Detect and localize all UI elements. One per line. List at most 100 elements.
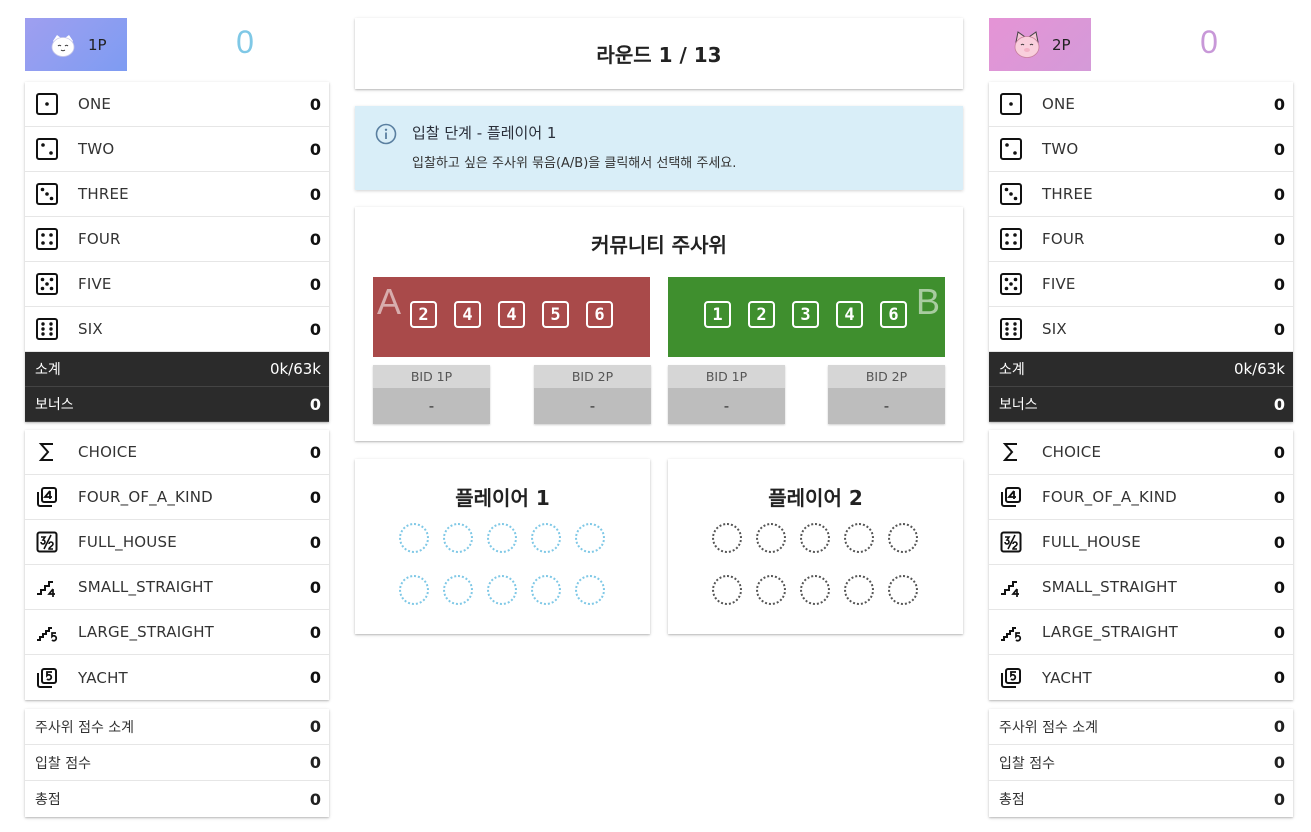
community-dice-panel: 커뮤니티 주사위 A 2 4 4 5 6 B 1 2 3 4 6 BID 1P … [355,207,963,441]
dice-three-icon [35,182,59,206]
large-straight-icon [35,620,59,644]
die: 4 [454,301,481,328]
bonus-row: 보너스 0 [25,387,329,422]
score-row-three[interactable]: THREE 0 [989,172,1293,217]
small-straight-icon [35,575,59,599]
dice-five-icon [35,272,59,296]
score-row-six[interactable]: SIX 0 [989,307,1293,352]
four-of-a-kind-icon [999,485,1023,509]
score-row-full-house[interactable]: FULL_HOUSE 0 [25,520,329,565]
score-label: THREE [78,185,129,203]
score-label: YACHT [78,668,128,687]
dice-four-icon [999,227,1023,251]
summary-label: 주사위 점수 소계 [35,719,135,736]
player-1-header: 1P 0 [25,18,329,71]
score-label: ONE [1042,95,1076,113]
dice-two-icon [35,137,59,161]
die: 4 [498,301,525,328]
yacht-icon [35,666,59,690]
score-row-full-house[interactable]: FULL_HOUSE 0 [989,520,1293,565]
bid-value: - [668,388,785,424]
empty-dice-slot [443,523,473,553]
player-1-tag: 1P [25,18,127,71]
subtotal-value: 0k/63k [1233,360,1285,378]
score-row-small-straight[interactable]: SMALL_STRAIGHT 0 [25,565,329,610]
score-label: SMALL_STRAIGHT [1042,578,1177,596]
score-row-one[interactable]: ONE 0 [25,82,329,127]
score-row-four-of-a-kind[interactable]: FOUR_OF_A_KIND 0 [25,475,329,520]
die: 4 [836,301,863,328]
summary-label: 총점 [35,792,61,808]
bundle-a-bid-1p: BID 1P - [373,365,490,424]
dice-bundle-a[interactable]: A 2 4 4 5 6 [373,277,650,357]
score-row-yacht[interactable]: YACHT 0 [25,655,329,700]
score-row-choice[interactable]: CHOICE 0 [25,430,329,475]
player-1-panel-title: 플레이어 1 [455,486,550,510]
score-value: 0 [309,184,321,204]
score-value: 0 [309,319,321,339]
bundle-b-bid-2p: BID 2P - [828,365,945,424]
phase-info-alert: 입찰 단계 - 플레이어 1 입찰하고 싶은 주사위 묶음(A/B)을 클릭해서… [355,106,963,190]
player-1-total-score: 0 [236,24,254,60]
bonus-value: 0 [1273,394,1285,414]
score-row-yacht[interactable]: YACHT 0 [989,655,1293,700]
score-row-large-straight[interactable]: LARGE_STRAIGHT 0 [25,610,329,655]
score-row-four[interactable]: FOUR 0 [25,217,329,262]
score-value: 0 [1273,622,1285,642]
score-value: 0 [309,274,321,294]
score-row-six[interactable]: SIX 0 [25,307,329,352]
empty-dice-slot [756,523,786,553]
dice-bundle-b[interactable]: B 1 2 3 4 6 [668,277,945,357]
score-label: FOUR_OF_A_KIND [78,488,213,506]
score-value: 0 [309,94,321,114]
phase-description: 입찰하고 싶은 주사위 묶음(A/B)을 클릭해서 선택해 주세요. [412,156,737,171]
score-value: 0 [1273,274,1285,294]
score-row-two[interactable]: TWO 0 [989,127,1293,172]
summary-label: 주사위 점수 소계 [999,719,1099,736]
score-value: 0 [309,622,321,642]
score-value: 0 [1273,94,1285,114]
empty-dice-slot [399,523,429,553]
subtotal-value: 0k/63k [269,360,321,378]
score-row-large-straight[interactable]: LARGE_STRAIGHT 0 [989,610,1293,655]
player-2-tag-label: 2P [1052,35,1071,54]
score-label: FOUR [1042,230,1085,248]
score-label: YACHT [1042,668,1092,687]
bundle-dice: 2 4 4 5 6 [410,301,613,328]
score-row-small-straight[interactable]: SMALL_STRAIGHT 0 [989,565,1293,610]
empty-dice-slot [531,575,561,605]
score-label: SMALL_STRAIGHT [78,578,213,596]
summary-value: 0 [309,753,321,772]
score-row-four[interactable]: FOUR 0 [989,217,1293,262]
summary-label: 입찰 점수 [999,755,1055,772]
empty-dice-slot [888,575,918,605]
score-row-choice[interactable]: CHOICE 0 [989,430,1293,475]
player-1-summary: 주사위 점수 소계 0 입찰 점수 0 총점 0 [25,709,329,817]
empty-dice-slot [531,523,561,553]
empty-dice-slot [844,575,874,605]
bonus-label: 보너스 [35,397,74,413]
four-of-a-kind-icon [35,485,59,509]
score-value: 0 [1273,577,1285,597]
empty-dice-slot [800,575,830,605]
score-row-three[interactable]: THREE 0 [25,172,329,217]
score-label: FOUR_OF_A_KIND [1042,488,1177,506]
score-row-two[interactable]: TWO 0 [25,127,329,172]
score-row-five[interactable]: FIVE 0 [989,262,1293,307]
summary-value: 0 [1273,789,1285,809]
dice-two-icon [999,137,1023,161]
score-row-five[interactable]: FIVE 0 [25,262,329,307]
score-label: FULL_HOUSE [1042,533,1141,551]
score-label: SIX [1042,320,1067,338]
empty-dice-slot [800,523,830,553]
player-2-summary: 주사위 점수 소계 0 입찰 점수 0 총점 0 [989,709,1293,817]
full-house-icon [999,530,1023,554]
round-indicator: 라운드 1 / 13 [355,18,963,89]
score-row-four-of-a-kind[interactable]: FOUR_OF_A_KIND 0 [989,475,1293,520]
summary-value: 0 [1273,753,1285,772]
score-value: 0 [1273,319,1285,339]
score-value: 0 [1273,442,1285,462]
player-2-panel-title: 플레이어 2 [768,486,863,510]
score-row-one[interactable]: ONE 0 [989,82,1293,127]
die: 6 [586,301,613,328]
